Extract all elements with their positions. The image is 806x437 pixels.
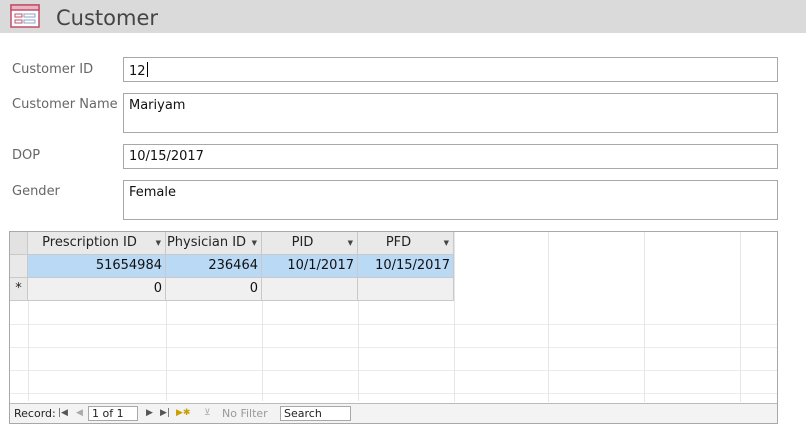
form-icon <box>10 4 40 28</box>
previous-record-icon[interactable]: ◀ <box>76 407 83 420</box>
grid-line <box>10 370 777 371</box>
prescription-id-cell[interactable]: 51654984 <box>28 255 166 278</box>
new-record-marker[interactable]: * <box>10 278 28 301</box>
record-label: Record: <box>14 407 56 420</box>
column-header-label: PID <box>291 235 314 250</box>
record-navigation-bar: Record: |◀ ◀ 1 of 1 ▶ ▶| ▶✱ ⊻ No Filter … <box>10 403 777 423</box>
column-header-label: PFD <box>385 235 412 250</box>
record-position-input[interactable]: 1 of 1 <box>88 406 138 421</box>
new-physician-id-cell[interactable]: 0 <box>166 278 262 301</box>
form-header: Customer <box>0 0 806 33</box>
column-header-pfd[interactable]: PFD ▼ <box>358 232 454 255</box>
pid-cell[interactable]: 10/1/2017 <box>262 255 358 278</box>
pfd-cell[interactable]: 10/15/2017 <box>358 255 454 278</box>
filter-icon: ⊻ <box>204 408 211 418</box>
column-header-label: Physician ID <box>166 235 247 250</box>
form-title: Customer <box>56 6 159 30</box>
prescription-subform[interactable]: Prescription ID ▼ Physician ID ▼ PID ▼ P… <box>9 231 778 424</box>
grid-line <box>262 301 263 401</box>
no-filter-button[interactable]: No Filter <box>222 407 268 420</box>
new-record-icon[interactable]: ▶✱ <box>176 407 190 420</box>
customer-id-label: Customer ID <box>12 62 94 77</box>
last-record-icon[interactable]: ▶| <box>160 407 170 420</box>
column-header-physician-id[interactable]: Physician ID ▼ <box>166 232 262 255</box>
grid-line <box>10 393 777 394</box>
row-selector[interactable] <box>10 255 28 278</box>
grid-line <box>28 301 29 401</box>
search-input[interactable]: Search <box>280 406 351 421</box>
customer-name-field[interactable]: Mariyam <box>123 93 778 133</box>
customer-name-label: Customer Name <box>12 97 118 112</box>
dop-field[interactable]: 10/15/2017 <box>123 144 778 169</box>
dropdown-arrow-icon[interactable]: ▼ <box>156 232 161 254</box>
column-header-prescription-id[interactable]: Prescription ID ▼ <box>28 232 166 255</box>
select-all-box[interactable] <box>10 232 28 255</box>
new-pfd-cell[interactable] <box>358 278 454 301</box>
new-pid-cell[interactable] <box>262 278 358 301</box>
next-record-icon[interactable]: ▶ <box>146 407 153 420</box>
first-record-icon[interactable]: |◀ <box>58 407 68 420</box>
column-header-pid[interactable]: PID ▼ <box>262 232 358 255</box>
grid-line <box>454 232 455 402</box>
customer-id-value: 12 <box>129 64 146 79</box>
grid-line <box>644 232 645 402</box>
grid-line <box>358 301 359 401</box>
gender-label: Gender <box>12 184 60 199</box>
dropdown-arrow-icon[interactable]: ▼ <box>444 232 449 254</box>
gender-field[interactable]: Female <box>123 180 778 220</box>
grid-line <box>166 301 167 401</box>
dop-label: DOP <box>12 148 41 163</box>
grid-line <box>740 232 741 402</box>
grid-line <box>10 347 777 348</box>
column-header-label: Prescription ID <box>42 235 137 250</box>
grid-line <box>10 324 777 325</box>
physician-id-cell[interactable]: 236464 <box>166 255 262 278</box>
customer-id-field[interactable]: 12 <box>123 57 778 82</box>
dropdown-arrow-icon[interactable]: ▼ <box>252 232 257 254</box>
grid-line <box>548 232 549 402</box>
text-cursor <box>146 62 148 77</box>
new-prescription-id-cell[interactable]: 0 <box>28 278 166 301</box>
dropdown-arrow-icon[interactable]: ▼ <box>348 232 353 254</box>
